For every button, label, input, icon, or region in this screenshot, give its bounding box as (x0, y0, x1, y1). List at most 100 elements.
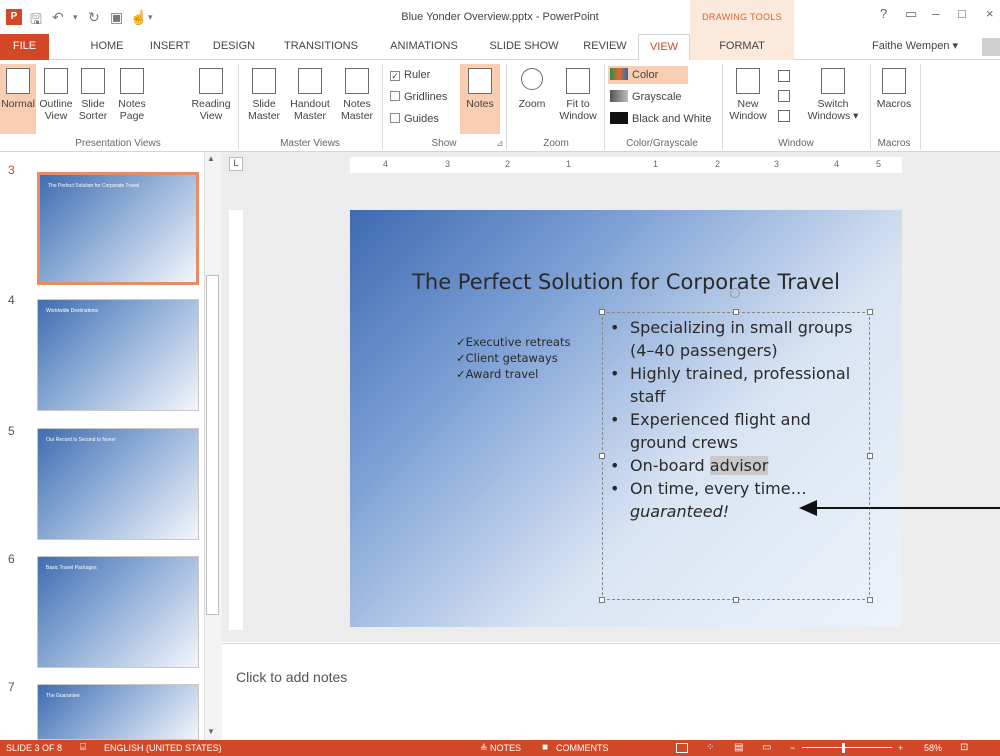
fit-to-window-button[interactable]: Fit to Window (556, 68, 600, 122)
maximize-button[interactable]: □ (958, 6, 966, 21)
grayscale-label: Grayscale (632, 91, 682, 103)
slide-master-icon (252, 68, 276, 94)
grayscale-swatch-icon (610, 90, 628, 102)
checklist-textbox[interactable]: ✓Executive retreats ✓Client getaways ✓Aw… (456, 334, 570, 382)
tab-file[interactable]: FILE (0, 34, 49, 60)
vertical-ruler[interactable] (229, 210, 243, 630)
new-window-button[interactable]: New Window (728, 68, 768, 122)
fit-slide-icon[interactable]: ⊡ (960, 740, 968, 756)
reading-view-button[interactable]: Reading View (190, 68, 232, 122)
macros-button[interactable]: Macros (874, 68, 914, 110)
minimize-button[interactable]: – (932, 6, 939, 21)
slide-title[interactable]: The Perfect Solution for Corporate Trave… (350, 270, 902, 294)
avatar[interactable] (982, 38, 1000, 56)
slide-sorter-button[interactable]: Slide Sorter (76, 68, 110, 122)
slide-show-icon[interactable]: ▭ (762, 740, 771, 756)
zoom-slider-thumb[interactable] (842, 743, 845, 753)
tab-view[interactable]: VIEW (638, 34, 690, 61)
language-status[interactable]: ENGLISH (UNITED STATES) (104, 740, 222, 756)
slide-sorter-icon[interactable]: ⁘ (706, 740, 714, 756)
ruler-checkbox[interactable]: ✓ Ruler (390, 68, 430, 82)
resize-handle[interactable] (599, 453, 605, 459)
close-button[interactable]: × (986, 6, 994, 21)
move-split-icon[interactable] (778, 110, 790, 122)
check-item: ✓Executive retreats (456, 335, 571, 349)
zoom-out-icon[interactable]: − (790, 740, 795, 756)
tab-transitions[interactable]: TRANSITIONS (276, 34, 366, 60)
tab-insert[interactable]: INSERT (144, 34, 196, 60)
zoom-button[interactable]: Zoom (512, 68, 552, 110)
notes-label: Notes (466, 98, 494, 110)
rotate-handle-icon[interactable] (730, 288, 740, 298)
slide-canvas[interactable]: The Perfect Solution for Corporate Trave… (350, 210, 902, 627)
resize-handle[interactable] (867, 309, 873, 315)
switch-windows-button[interactable]: Switch Windows ▾ (804, 68, 862, 122)
tab-animations[interactable]: ANIMATIONS (380, 34, 468, 60)
zoom-group-label: Zoom (543, 138, 569, 149)
scroll-up-icon[interactable]: ▲ (207, 154, 215, 163)
help-button[interactable]: ? (880, 6, 887, 21)
handout-master-button[interactable]: Handout Master (288, 68, 332, 122)
tab-format[interactable]: FORMAT (690, 34, 794, 60)
gridlines-checkbox[interactable]: Gridlines (390, 90, 447, 104)
zoom-level[interactable]: 58% (924, 740, 942, 756)
guides-label: Guides (404, 113, 439, 125)
ribbon-display-options-button[interactable]: ▭ (905, 6, 917, 22)
scroll-down-icon[interactable]: ▼ (207, 727, 215, 736)
slide-thumbnail-5[interactable]: Our Record Is Second to None! (37, 428, 199, 540)
tab-selector-icon[interactable]: L (229, 157, 243, 171)
outline-view-button[interactable]: Outline View (38, 68, 74, 122)
bullet-item: On-board advisor (610, 454, 872, 477)
thumbnail-title: The Guarantee (46, 693, 80, 699)
ruler-tick-label: 4 (834, 159, 840, 169)
black-and-white-button[interactable]: Black and White (610, 112, 711, 126)
tab-home[interactable]: HOME (82, 34, 132, 60)
bullet-item: Specializing in small groups (4–40 passe… (610, 316, 872, 362)
normal-label: Normal (1, 98, 35, 110)
user-account[interactable]: Faithe Wempen ▾ (872, 34, 958, 58)
spell-check-icon[interactable]: ⌸ (80, 740, 86, 756)
tab-slide-show[interactable]: SLIDE SHOW (484, 34, 564, 60)
handout-master-label: Handout Master (290, 98, 330, 122)
selected-text[interactable]: advisor (709, 456, 769, 475)
tab-design[interactable]: DESIGN (208, 34, 260, 60)
normal-view-button[interactable]: Normal (0, 64, 36, 134)
zoom-slider[interactable] (802, 747, 892, 748)
guides-checkbox[interactable]: Guides (390, 112, 439, 126)
slide-master-button[interactable]: Slide Master (244, 68, 284, 122)
notes-toggle-button[interactable]: Notes (460, 64, 500, 134)
slide-thumbnail-4[interactable]: Worldwide Destinations (37, 299, 199, 411)
resize-handle[interactable] (733, 309, 739, 315)
normal-view-icon[interactable] (676, 743, 688, 753)
dialog-launcher-icon[interactable]: ⊿ (496, 138, 504, 149)
resize-handle[interactable] (599, 309, 605, 315)
resize-handle[interactable] (599, 597, 605, 603)
arrange-all-icon[interactable] (778, 70, 790, 82)
slide-thumbnail-6[interactable]: Basic Travel Packages (37, 556, 199, 668)
comments-status-button[interactable]: COMMENTS (556, 740, 609, 756)
outline-view-label: Outline View (39, 98, 73, 122)
resize-handle[interactable] (867, 597, 873, 603)
notes-status-button[interactable]: ≜ NOTES (480, 740, 521, 756)
notes-page-button[interactable]: Notes Page (114, 68, 150, 122)
grayscale-button[interactable]: Grayscale (610, 90, 682, 104)
comments-icon[interactable]: ■ (542, 740, 548, 756)
color-button[interactable]: Color (608, 66, 688, 84)
notes-master-button[interactable]: Notes Master (336, 68, 378, 122)
switch-windows-icon (821, 68, 845, 94)
scrollbar-thumb[interactable] (206, 275, 219, 615)
ribbon-divider (506, 64, 507, 150)
bullet-list[interactable]: Specializing in small groups (4–40 passe… (610, 316, 872, 523)
slide-thumbnail-3[interactable]: The Perfect Solution for Corporate Trave… (37, 172, 199, 285)
ribbon-divider (238, 64, 239, 150)
ruler-tick-label: 3 (445, 159, 451, 169)
zoom-in-icon[interactable]: + (898, 740, 903, 756)
reading-view-icon[interactable]: ▤ (734, 740, 743, 756)
tab-review[interactable]: REVIEW (578, 34, 632, 60)
horizontal-ruler[interactable]: 4 3 2 1 1 2 3 4 5 (350, 157, 902, 173)
slide-thumbnail-7[interactable]: The Guarantee (37, 684, 199, 740)
slide-sorter-icon (81, 68, 105, 94)
cascade-icon[interactable] (778, 90, 790, 102)
resize-handle[interactable] (733, 597, 739, 603)
notes-pane[interactable]: Click to add notes (222, 643, 1000, 740)
